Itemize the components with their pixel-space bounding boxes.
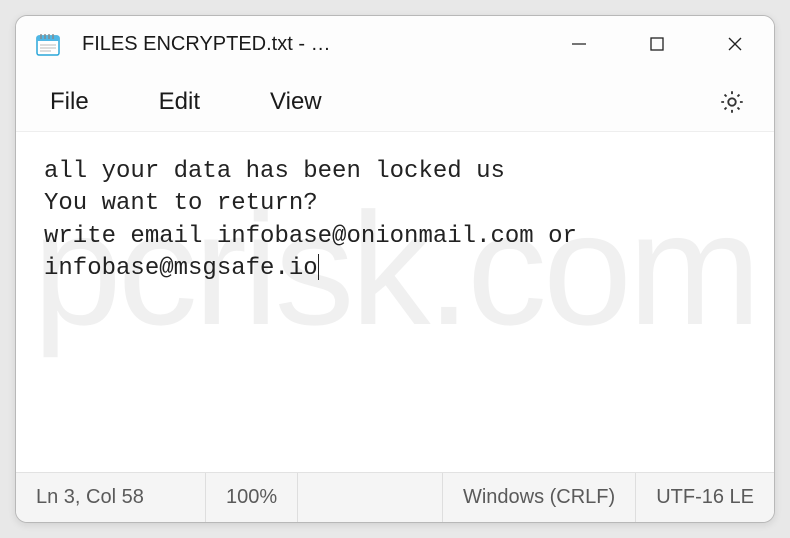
titlebar: FILES ENCRYPTED.txt - … xyxy=(16,16,774,72)
menu-file[interactable]: File xyxy=(50,88,89,116)
notepad-icon xyxy=(34,30,62,58)
text-cursor xyxy=(318,254,320,280)
statusbar: Ln 3, Col 58 100% Windows (CRLF) UTF-16 … xyxy=(16,472,774,522)
status-zoom[interactable]: 100% xyxy=(206,473,298,522)
text-line-1: all your data has been locked us xyxy=(44,158,505,185)
menu-view[interactable]: View xyxy=(270,88,322,116)
text-editor[interactable]: all your data has been locked us You wan… xyxy=(16,132,774,472)
notepad-window: FILES ENCRYPTED.txt - … File Edit View a… xyxy=(15,15,775,523)
menubar: File Edit View xyxy=(16,72,774,132)
status-position: Ln 3, Col 58 xyxy=(16,473,206,522)
text-line-2: You want to return? xyxy=(44,190,318,217)
settings-button[interactable] xyxy=(718,88,746,116)
minimize-button[interactable] xyxy=(540,16,618,72)
close-button[interactable] xyxy=(696,16,774,72)
window-title: FILES ENCRYPTED.txt - … xyxy=(82,33,331,56)
menu-edit[interactable]: Edit xyxy=(159,88,200,116)
maximize-button[interactable] xyxy=(618,16,696,72)
status-encoding: UTF-16 LE xyxy=(636,473,774,522)
window-controls xyxy=(540,16,774,72)
status-eol: Windows (CRLF) xyxy=(443,473,636,522)
